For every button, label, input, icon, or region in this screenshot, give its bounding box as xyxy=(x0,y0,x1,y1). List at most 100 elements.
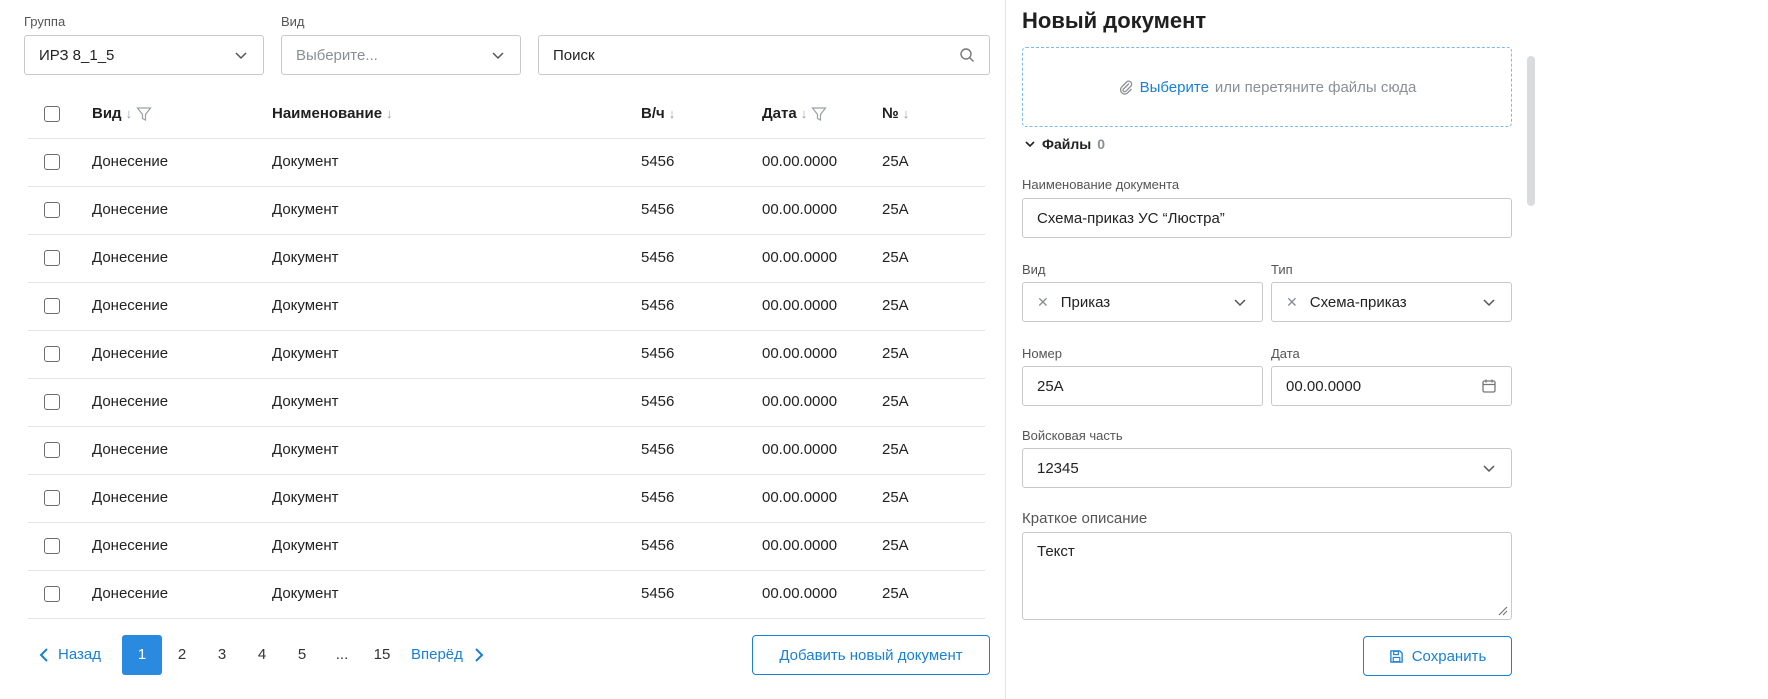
table-cell: Документ xyxy=(272,441,339,458)
page-button[interactable]: 3 xyxy=(202,635,242,675)
sort-icon[interactable]: ↓ xyxy=(801,106,808,121)
row-checkbox[interactable] xyxy=(44,202,60,218)
resize-handle-icon[interactable] xyxy=(1496,604,1508,616)
table-cell: 00.00.0000 xyxy=(762,201,838,218)
table-cell: 5456 xyxy=(641,297,675,314)
sort-icon[interactable]: ↓ xyxy=(903,106,910,121)
page-button[interactable]: 4 xyxy=(242,635,282,675)
description-textarea[interactable]: Текст xyxy=(1022,532,1512,620)
column-header-number[interactable]: № ↓ xyxy=(882,105,909,122)
kind-value: Приказ xyxy=(1060,293,1111,311)
table-cell: Донесение xyxy=(92,345,169,362)
row-checkbox[interactable] xyxy=(44,586,60,602)
calendar-icon[interactable] xyxy=(1481,378,1497,394)
column-header-date[interactable]: Дата ↓ xyxy=(762,105,827,122)
group-label: Группа xyxy=(24,14,66,29)
chevron-down-icon xyxy=(1025,141,1035,148)
table-cell: Документ xyxy=(272,201,339,218)
file-dropzone[interactable]: Выберите или перетяните файлы сюда xyxy=(1022,47,1512,127)
doc-name-field[interactable]: Схема-приказ УС “Люстра” xyxy=(1022,198,1512,238)
sort-icon[interactable]: ↓ xyxy=(669,106,676,121)
table-cell: 00.00.0000 xyxy=(762,297,838,314)
number-value: 25А xyxy=(1037,377,1064,395)
table-row-divider xyxy=(28,234,985,235)
table-cell: Донесение xyxy=(92,537,169,554)
add-document-button-label: Добавить новый документ xyxy=(779,646,963,664)
description-label: Краткое описание xyxy=(1022,510,1148,527)
table-row-divider xyxy=(28,474,985,475)
row-checkbox[interactable] xyxy=(44,346,60,362)
table-row-divider xyxy=(28,522,985,523)
table-cell: Документ xyxy=(272,489,339,506)
group-select[interactable]: ИРЗ 8_1_5 xyxy=(24,35,264,75)
search-icon[interactable] xyxy=(959,47,975,63)
table-cell: 00.00.0000 xyxy=(762,489,838,506)
column-header-number-label: № xyxy=(882,105,899,122)
table-cell: 25А xyxy=(882,585,909,602)
dropzone-choose-link[interactable]: Выберите xyxy=(1140,79,1209,96)
table-cell: Документ xyxy=(272,585,339,602)
filter-icon[interactable] xyxy=(136,106,152,122)
column-header-kind[interactable]: Вид ↓ xyxy=(92,105,152,122)
table-cell: Донесение xyxy=(92,153,169,170)
unit-select[interactable]: 12345 xyxy=(1022,448,1512,488)
table-cell: Документ xyxy=(272,537,339,554)
row-checkbox[interactable] xyxy=(44,442,60,458)
unit-label: Войсковая часть xyxy=(1022,428,1123,443)
table-cell: 00.00.0000 xyxy=(762,585,838,602)
table-cell: 25А xyxy=(882,249,909,266)
row-checkbox[interactable] xyxy=(44,298,60,314)
table-row-divider xyxy=(28,186,985,187)
files-toggle[interactable]: Файлы 0 xyxy=(1024,136,1105,152)
sort-icon[interactable]: ↓ xyxy=(386,106,393,121)
kind-label: Вид xyxy=(1022,262,1046,277)
column-header-unit[interactable]: В/ч ↓ xyxy=(641,105,675,122)
page-button[interactable]: 5 xyxy=(282,635,322,675)
panel-scrollbar[interactable] xyxy=(1527,56,1535,206)
column-header-date-label: Дата xyxy=(762,105,797,122)
clear-type-icon[interactable]: ✕ xyxy=(1286,294,1298,311)
row-checkbox[interactable] xyxy=(44,490,60,506)
table-cell: 00.00.0000 xyxy=(762,153,838,170)
clear-kind-icon[interactable]: ✕ xyxy=(1037,294,1049,311)
table-cell: Донесение xyxy=(92,393,169,410)
table-cell: 5456 xyxy=(641,201,675,218)
page-button[interactable]: 2 xyxy=(162,635,202,675)
table-cell: 5456 xyxy=(641,537,675,554)
files-label: Файлы xyxy=(1042,136,1092,152)
table-cell: Донесение xyxy=(92,249,169,266)
search-input[interactable]: Поиск xyxy=(538,35,990,75)
prev-page-button[interactable]: Назад xyxy=(38,646,101,663)
type-select[interactable]: ✕ Схема-приказ xyxy=(1271,282,1512,322)
row-checkbox[interactable] xyxy=(44,394,60,410)
next-page-button[interactable]: Вперёд xyxy=(411,646,485,663)
add-document-button[interactable]: Добавить новый документ xyxy=(752,635,990,675)
number-label: Номер xyxy=(1022,346,1063,361)
table-cell: Донесение xyxy=(92,585,169,602)
table-cell: 5456 xyxy=(641,585,675,602)
column-header-name[interactable]: Наименование ↓ xyxy=(272,105,393,122)
table-cell: 00.00.0000 xyxy=(762,345,838,362)
row-checkbox[interactable] xyxy=(44,250,60,266)
filter-icon[interactable] xyxy=(811,106,827,122)
row-checkbox[interactable] xyxy=(44,538,60,554)
select-all-checkbox[interactable] xyxy=(44,106,60,122)
files-count: 0 xyxy=(1097,136,1105,152)
chevron-down-icon xyxy=(1481,460,1497,476)
table-cell: 5456 xyxy=(641,441,675,458)
number-field[interactable]: 25А xyxy=(1022,366,1263,406)
save-button[interactable]: Сохранить xyxy=(1363,636,1512,676)
kind-filter-select[interactable]: Выберите... xyxy=(281,35,521,75)
kind-filter-placeholder: Выберите... xyxy=(296,46,378,64)
row-checkbox[interactable] xyxy=(44,154,60,170)
page-button[interactable]: 15 xyxy=(362,635,402,675)
table-cell: 5456 xyxy=(641,393,675,410)
kind-select[interactable]: ✕ Приказ xyxy=(1022,282,1263,322)
date-field[interactable]: 00.00.0000 xyxy=(1271,366,1512,406)
sort-icon[interactable]: ↓ xyxy=(126,106,133,121)
chevron-down-icon xyxy=(490,47,506,63)
page-button[interactable]: 1 xyxy=(122,635,162,675)
table-row-divider xyxy=(28,378,985,379)
table-cell: 25А xyxy=(882,489,909,506)
table-cell: 5456 xyxy=(641,249,675,266)
